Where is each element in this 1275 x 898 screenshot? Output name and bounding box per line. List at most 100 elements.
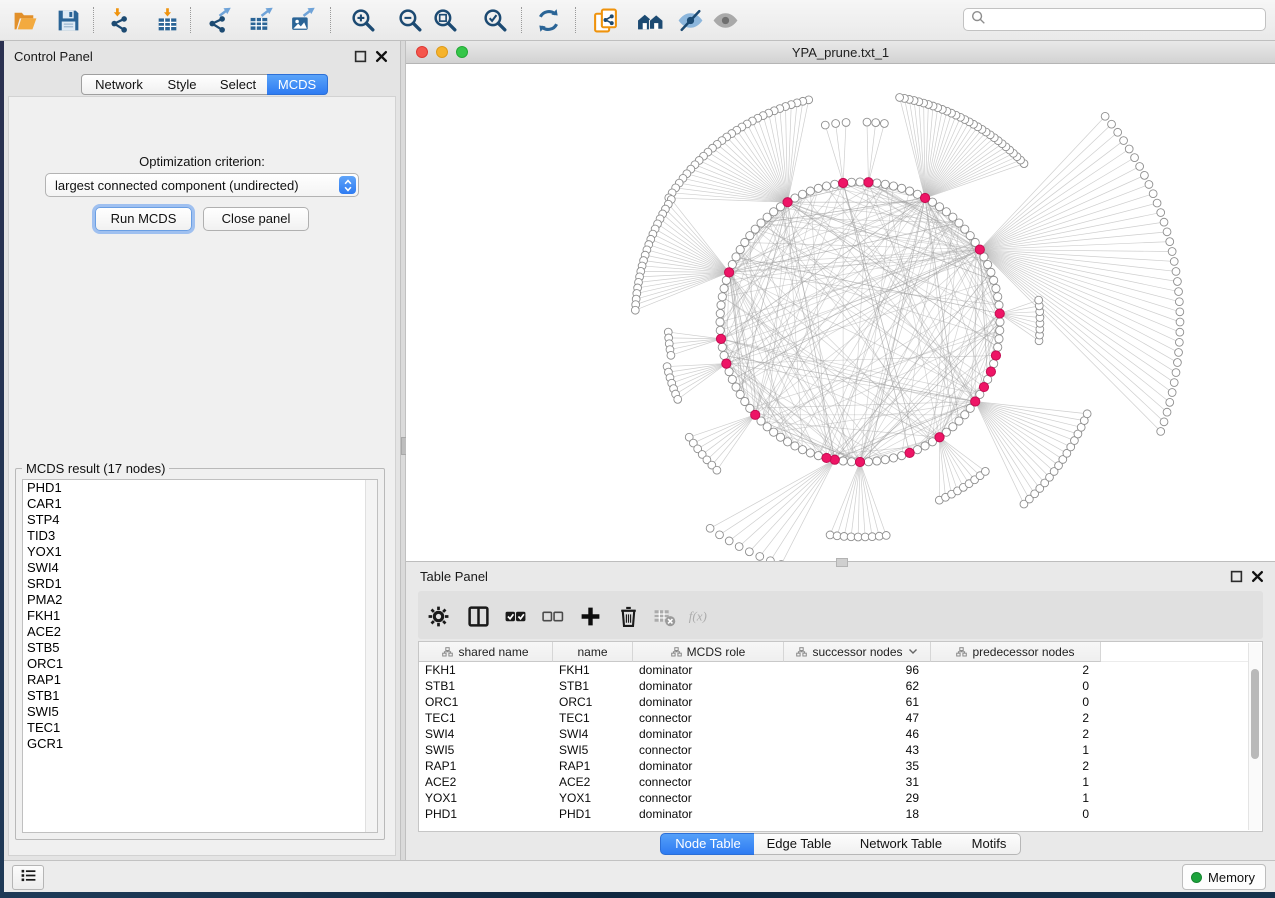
search-input[interactable] [991, 10, 1265, 30]
mcds-result-node[interactable]: YOX1 [23, 544, 377, 560]
cell-shared-name[interactable]: PHD1 [425, 806, 551, 822]
cell-name[interactable]: FKH1 [559, 662, 631, 678]
import-network-button[interactable] [105, 5, 135, 35]
mcds-result-node[interactable]: PMA2 [23, 592, 377, 608]
import-table-button[interactable] [152, 5, 182, 35]
cell-predecessor-nodes[interactable]: 2 [931, 758, 1089, 774]
cell-predecessor-nodes[interactable]: 0 [931, 678, 1089, 694]
table-row-YOX1[interactable]: YOX1 YOX1 connector29 1 [419, 790, 1239, 806]
control-panel-float-button[interactable] [354, 50, 367, 63]
cell-MCDS-role[interactable]: dominator [639, 806, 782, 822]
table-scrollbar[interactable] [1248, 643, 1261, 830]
export-network-button[interactable] [203, 5, 233, 35]
cell-name[interactable]: TEC1 [559, 710, 631, 726]
cell-MCDS-role[interactable]: dominator [639, 758, 782, 774]
zoom-selected-button[interactable] [480, 5, 510, 35]
cell-MCDS-role[interactable]: dominator [639, 694, 782, 710]
first-neighbors-button[interactable] [635, 5, 665, 35]
zoom-in-button[interactable] [348, 5, 378, 35]
network-canvas[interactable] [406, 64, 1275, 561]
tab-network-table[interactable]: Network Table [844, 833, 959, 855]
close-panel-button[interactable]: Close panel [203, 207, 309, 231]
table-row-ACE2[interactable]: ACE2 ACE2 connector31 1 [419, 774, 1239, 790]
cell-predecessor-nodes[interactable]: 1 [931, 790, 1089, 806]
table-panel-close-button[interactable] [1251, 570, 1264, 583]
table-row-SWI4[interactable]: SWI4SWI4dominator462 [419, 726, 1239, 742]
mcds-result-node[interactable]: STB1 [23, 688, 377, 704]
cell-successor-nodes[interactable]: 18 [784, 806, 919, 822]
mcds-result-node[interactable]: GCR1 [23, 736, 377, 752]
cell-MCDS-role[interactable]: connector [639, 742, 782, 758]
cell-MCDS-role[interactable]: dominator [639, 662, 782, 678]
cell-MCDS-role[interactable]: connector [639, 710, 782, 726]
mcds-result-node[interactable]: TEC1 [23, 720, 377, 736]
cell-shared-name[interactable]: FKH1 [425, 662, 551, 678]
cell-successor-nodes[interactable]: 29 [784, 790, 919, 806]
criterion-select[interactable]: largest connected component (undirected) [45, 173, 359, 197]
cell-MCDS-role[interactable]: connector [639, 790, 782, 806]
network-graph[interactable] [406, 64, 1275, 561]
add-entry-button[interactable] [577, 603, 603, 629]
table-row-TEC1[interactable]: TEC1TEC1connector472 [419, 710, 1239, 726]
cell-successor-nodes[interactable]: 31 [784, 774, 919, 790]
mcds-result-node[interactable]: STB5 [23, 640, 377, 656]
export-image-button[interactable] [287, 5, 317, 35]
tab-mcds[interactable]: MCDS [267, 74, 328, 95]
deselect-all-button[interactable] [539, 603, 565, 629]
table-scrollbar-thumb[interactable] [1251, 669, 1259, 759]
cell-successor-nodes[interactable]: 61 [784, 694, 919, 710]
column-selector-button[interactable] [465, 603, 491, 629]
cell-predecessor-nodes[interactable]: 2 [931, 726, 1089, 742]
mcds-result-node[interactable]: SRD1 [23, 576, 377, 592]
cell-MCDS-role[interactable]: connector [639, 774, 782, 790]
tab-select[interactable]: Select [209, 74, 268, 95]
cell-successor-nodes[interactable]: 47 [784, 710, 919, 726]
cell-successor-nodes[interactable]: 96 [784, 662, 919, 678]
table-row-SWI5[interactable]: SWI5SWI5connector431 [419, 742, 1239, 758]
cell-name[interactable]: STB1 [559, 678, 631, 694]
tab-motifs[interactable]: Motifs [958, 833, 1021, 855]
run-mcds-button[interactable]: Run MCDS [95, 207, 192, 231]
memory-button[interactable]: Memory [1182, 864, 1266, 890]
table-row-PHD1[interactable]: PHD1PHD1dominator180 [419, 806, 1239, 822]
cell-shared-name[interactable]: RAP1 [425, 758, 551, 774]
cell-name[interactable]: SWI4 [559, 726, 631, 742]
cell-name[interactable]: ACE2 [559, 774, 631, 790]
zoom-fit-button[interactable] [430, 5, 460, 35]
cell-successor-nodes[interactable]: 43 [784, 742, 919, 758]
cell-predecessor-nodes[interactable]: 1 [931, 774, 1089, 790]
table-row-STB1[interactable]: STB1STB1dominator620 [419, 678, 1239, 694]
cell-shared-name[interactable]: SWI4 [425, 726, 551, 742]
mcds-result-node[interactable]: ORC1 [23, 656, 377, 672]
mcds-result-node[interactable]: PHD1 [23, 480, 377, 496]
cell-name[interactable]: ORC1 [559, 694, 631, 710]
tab-style[interactable]: Style [155, 74, 210, 95]
export-table-button[interactable] [245, 5, 275, 35]
select-all-button[interactable] [502, 603, 528, 629]
tab-node-table[interactable]: Node Table [660, 833, 756, 855]
mcds-result-node[interactable]: SWI4 [23, 560, 377, 576]
hide-selected-button[interactable] [675, 5, 705, 35]
duplicate-network-button[interactable] [590, 5, 620, 35]
refresh-view-button[interactable] [533, 5, 563, 35]
node-table[interactable]: shared namenameMCDS rolesuccessor nodesp… [418, 641, 1263, 832]
table-row-FKH1[interactable]: FKH1 FKH1 dominator96 2 [419, 662, 1239, 678]
open-file-button[interactable] [10, 5, 40, 35]
cell-name[interactable]: PHD1 [559, 806, 631, 822]
show-all-button[interactable] [710, 5, 740, 35]
save-session-button[interactable] [53, 5, 83, 35]
mcds-result-node[interactable]: ACE2 [23, 624, 377, 640]
cell-name[interactable]: YOX1 [559, 790, 631, 806]
cell-predecessor-nodes[interactable]: 2 [931, 662, 1089, 678]
mcds-result-node[interactable]: FKH1 [23, 608, 377, 624]
cell-shared-name[interactable]: ACE2 [425, 774, 551, 790]
table-panel-resize-handle[interactable] [836, 558, 848, 567]
column-header-name[interactable]: name [553, 642, 633, 662]
cell-shared-name[interactable]: YOX1 [425, 790, 551, 806]
network-window-titlebar[interactable]: YPA_prune.txt_1 [406, 41, 1275, 64]
cell-shared-name[interactable]: TEC1 [425, 710, 551, 726]
tab-network[interactable]: Network [81, 74, 157, 95]
tab-edge-table[interactable]: Edge Table [754, 833, 845, 855]
table-row-ORC1[interactable]: ORC1ORC1dominator610 [419, 694, 1239, 710]
column-header-MCDS-role[interactable]: MCDS role [633, 642, 784, 662]
